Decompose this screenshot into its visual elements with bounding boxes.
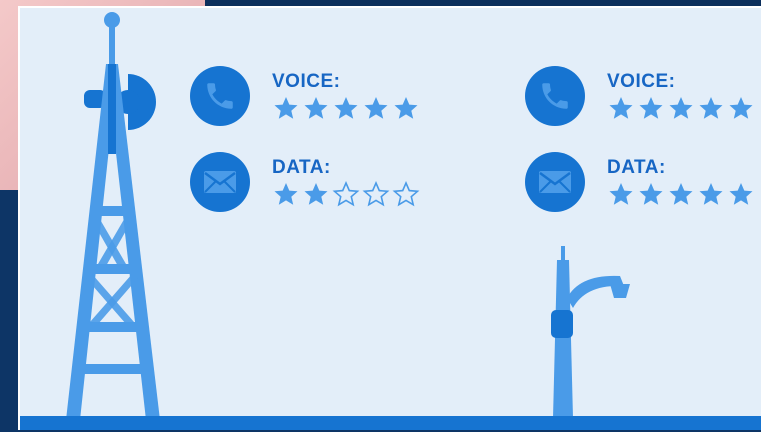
star-empty-icon <box>332 181 360 207</box>
star-filled-icon <box>699 183 723 205</box>
left-data-rating: DATA: <box>190 152 422 212</box>
data-stars <box>607 181 757 207</box>
star-filled-icon <box>729 183 753 205</box>
phone-icon <box>190 66 250 126</box>
star-filled-icon <box>334 97 358 119</box>
star-empty-icon <box>392 181 420 207</box>
star-filled-icon <box>729 97 753 119</box>
infographic-panel: VOICE: DATA: VOICE: DATA: <box>18 6 761 430</box>
data-label: DATA: <box>272 157 331 178</box>
phone-icon <box>525 66 585 126</box>
star-filled-icon <box>699 97 723 119</box>
star-filled-icon <box>639 97 663 119</box>
star-filled-icon <box>274 183 298 205</box>
star-filled-icon <box>639 183 663 205</box>
right-data-rating: DATA: <box>525 152 757 212</box>
star-filled-icon <box>609 183 633 205</box>
data-stars <box>272 181 422 207</box>
star-filled-icon <box>304 97 328 119</box>
envelope-icon <box>190 152 250 212</box>
star-filled-icon <box>669 97 693 119</box>
star-filled-icon <box>394 97 418 119</box>
star-filled-icon <box>669 183 693 205</box>
star-filled-icon <box>274 97 298 119</box>
star-filled-icon <box>609 97 633 119</box>
right-voice-rating: VOICE: <box>525 66 757 126</box>
voice-stars <box>272 95 422 121</box>
ground-line <box>20 416 761 430</box>
voice-label: VOICE: <box>607 71 676 92</box>
voice-stars <box>607 95 757 121</box>
left-voice-rating: VOICE: <box>190 66 422 126</box>
star-filled-icon <box>304 183 328 205</box>
star-filled-icon <box>364 97 388 119</box>
star-empty-icon <box>362 181 390 207</box>
voice-label: VOICE: <box>272 71 341 92</box>
envelope-icon <box>525 152 585 212</box>
data-label: DATA: <box>607 157 666 178</box>
